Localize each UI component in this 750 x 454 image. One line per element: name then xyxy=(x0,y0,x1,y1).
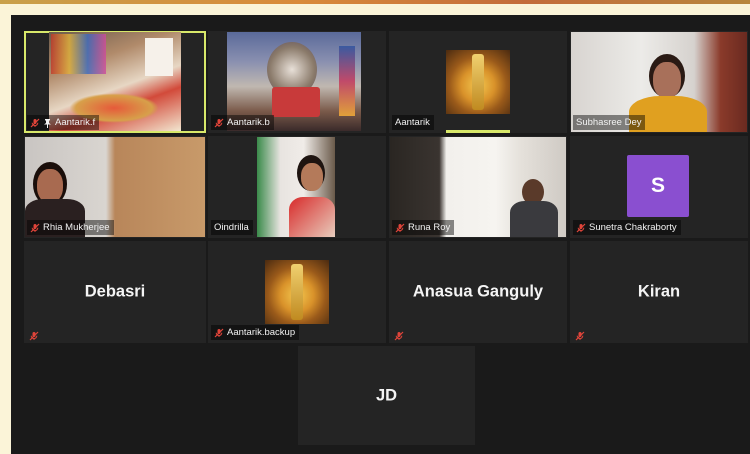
participant-name: Aantarik xyxy=(395,117,430,128)
participant-tile-subhasree-dey[interactable]: Subhasree Dey xyxy=(570,31,748,133)
participant-name-bar: Aantarik.backup xyxy=(211,325,300,340)
video-feed xyxy=(265,260,329,324)
participant-name: Aantarik.b xyxy=(227,117,270,128)
participant-tile-sunetra-chakraborty[interactable]: S Sunetra Chakraborty xyxy=(570,136,748,238)
participant-name-bar: Rhia Mukherjee xyxy=(27,220,114,235)
participant-name: Sunetra Chakraborty xyxy=(589,222,677,233)
participant-name-bar: Sunetra Chakraborty xyxy=(573,220,681,235)
participant-name-bar: Runa Roy xyxy=(392,220,455,235)
mic-off-icon xyxy=(29,328,39,341)
participant-name: Rhia Mukherjee xyxy=(43,222,110,233)
participant-tile-aantarik-f[interactable]: Aantarik.f xyxy=(24,31,206,133)
mic-off-icon xyxy=(394,328,404,341)
participant-name: Runa Roy xyxy=(408,222,451,233)
gallery-view: Aantarik.f Aantarik.b Aantarik Subhasree… xyxy=(11,15,750,454)
mic-off-icon xyxy=(214,118,224,128)
participant-tile-runa-roy[interactable]: Runa Roy xyxy=(389,136,567,238)
participant-tile-aantarik-backup[interactable]: Aantarik.backup xyxy=(208,241,386,343)
participant-name-bar: Aantarik xyxy=(392,115,434,130)
mic-off-icon xyxy=(30,118,40,128)
participant-tile-debasri[interactable]: Debasri xyxy=(24,241,206,343)
participant-tile-aantarik-b[interactable]: Aantarik.b xyxy=(208,31,386,133)
participant-name: Subhasree Dey xyxy=(576,117,642,128)
mic-off-icon xyxy=(575,328,585,341)
participant-name-bar: Aantarik.b xyxy=(211,115,274,130)
participant-name: Oindrilla xyxy=(214,222,249,233)
window-top-strip xyxy=(0,0,750,4)
mic-off-icon xyxy=(576,223,586,233)
participant-display-name: Kiran xyxy=(637,282,681,301)
mic-off-icon xyxy=(395,223,405,233)
mic-off-icon xyxy=(30,223,40,233)
participant-tile-anasua-ganguly[interactable]: Anasua Ganguly xyxy=(389,241,567,343)
participant-tile-aantarik[interactable]: Aantarik xyxy=(389,31,567,133)
avatar: S xyxy=(627,155,689,217)
participant-display-name: JD xyxy=(375,386,398,404)
mic-off-icon xyxy=(214,328,224,338)
participant-display-name: Debasri xyxy=(84,282,146,301)
participant-name: Aantarik.f xyxy=(55,117,96,128)
participant-tile-jd[interactable]: JD xyxy=(298,346,475,445)
participant-name: Aantarik.backup xyxy=(227,327,296,338)
participant-name-bar: Subhasree Dey xyxy=(573,115,646,130)
video-feed xyxy=(446,50,510,114)
participant-display-name: Anasua Ganguly xyxy=(412,282,544,301)
participant-name-bar: Oindrilla xyxy=(211,220,253,235)
pin-icon xyxy=(43,118,52,128)
participant-tile-kiran[interactable]: Kiran xyxy=(570,241,748,343)
audio-level-bar xyxy=(446,130,510,133)
participant-tile-rhia-mukherjee[interactable]: Rhia Mukherjee xyxy=(24,136,206,238)
video-feed xyxy=(257,137,335,237)
participant-name-bar: Aantarik.f xyxy=(27,115,100,130)
participant-tile-oindrilla[interactable]: Oindrilla xyxy=(208,136,386,238)
